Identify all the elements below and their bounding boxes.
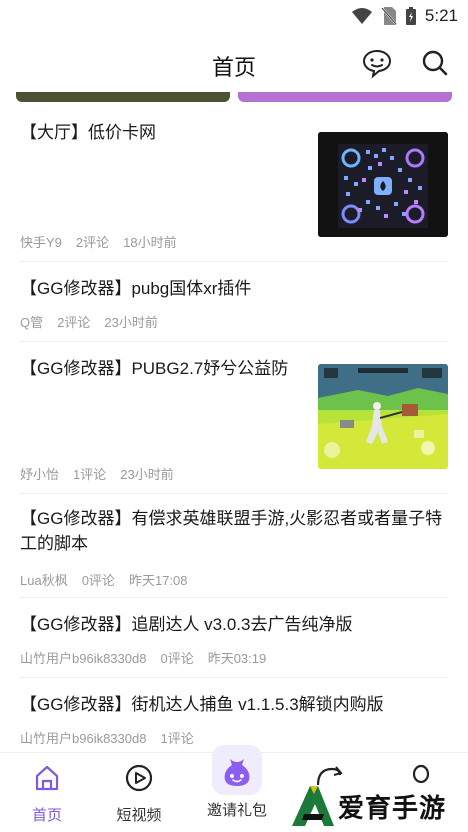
post-author[interactable]: 山竹用户b96ik8330d8 xyxy=(20,728,146,747)
post-comments: 0评论 xyxy=(81,573,115,588)
post-title: 【GG修改器】追剧达人 v3.0.3去广告纯净版 xyxy=(20,615,353,634)
post-time: 昨天03:19 xyxy=(207,651,267,666)
tab-label: 短视频 xyxy=(116,807,162,824)
post-author[interactable]: Q管 xyxy=(20,312,43,331)
post-comments: 1评论 xyxy=(160,731,194,746)
wifi-icon xyxy=(351,8,372,24)
watermark-logo-icon xyxy=(292,786,334,826)
post-title: 【大厅】低价卡网 xyxy=(20,123,156,142)
post-author[interactable]: Lua秋枫 xyxy=(20,570,68,589)
banner-carousel[interactable] xyxy=(16,92,452,104)
post-meta: Lua秋枫 0评论 昨天17:08 xyxy=(20,570,187,589)
post-time: 23小时前 xyxy=(104,315,158,330)
post-thumbnail-game[interactable] xyxy=(318,364,448,469)
post-time: 18小时前 xyxy=(123,235,177,250)
gift-bag-icon xyxy=(212,745,262,795)
post-meta: 妤小怡 1评论 23小时前 xyxy=(20,464,174,483)
post-item[interactable]: 【GG修改器】pubg国体xr插件 Q管 2评论 23小时前 xyxy=(20,262,448,342)
search-button[interactable] xyxy=(418,46,452,80)
post-title: 【GG修改器】pubg国体xr插件 xyxy=(20,279,252,298)
post-thumbnail-qr[interactable] xyxy=(318,132,448,237)
post-time: 昨天17:08 xyxy=(128,573,188,588)
post-author[interactable]: 快手Y9 xyxy=(20,232,62,251)
banner-right[interactable] xyxy=(238,92,452,102)
play-circle-icon xyxy=(125,764,153,792)
post-feed[interactable]: 【大厅】低价卡网 快手Y9 2评论 18小时前 【GG修改器】pubg国体xr插… xyxy=(0,106,468,752)
qr-code-image xyxy=(318,132,448,237)
chat-bubble-icon xyxy=(362,49,392,79)
post-item[interactable]: 【GG修改器】有偿求英雄联盟手游,火影忍者或者量子特工的脚本 Lua秋枫 0评论… xyxy=(20,494,448,598)
post-meta: 山竹用户b96ik8330d8 0评论 昨天03:19 xyxy=(20,648,266,667)
tab-invite-gift[interactable]: 邀请礼包 xyxy=(192,745,282,820)
page-title: 首页 xyxy=(211,55,256,80)
battery-icon xyxy=(405,7,416,25)
post-comments: 0评论 xyxy=(160,651,194,666)
status-time: 5:21 xyxy=(424,6,458,25)
top-bar: 首页 xyxy=(0,38,468,88)
chat-button[interactable] xyxy=(360,46,394,80)
post-title: 【GG修改器】有偿求英雄联盟手游,火影忍者或者量子特工的脚本 xyxy=(20,509,443,553)
post-item[interactable]: 【GG修改器】追剧达人 v3.0.3去广告纯净版 山竹用户b96ik8330d8… xyxy=(20,598,448,678)
post-author[interactable]: 山竹用户b96ik8330d8 xyxy=(20,648,146,667)
status-bar: 5:21 xyxy=(0,0,468,34)
watermark: 爱育手游网 xyxy=(288,782,460,832)
post-item[interactable]: 【大厅】低价卡网 快手Y9 2评论 18小时前 xyxy=(20,106,448,262)
search-icon xyxy=(422,50,448,76)
post-item[interactable]: 【GG修改器】街机达人捕鱼 v1.1.5.3解锁内购版 山竹用户b96ik833… xyxy=(20,678,448,752)
game-screenshot-image xyxy=(318,364,448,469)
post-time: 23小时前 xyxy=(120,467,174,482)
home-icon xyxy=(35,765,59,791)
post-title: 【GG修改器】街机达人捕鱼 v1.1.5.3解锁内购版 xyxy=(20,695,384,714)
post-comments: 2评论 xyxy=(75,235,110,250)
watermark-text: 爱育手游网 xyxy=(338,794,447,832)
banner-left[interactable] xyxy=(16,92,230,102)
tab-label: 首页 xyxy=(31,807,62,824)
no-sim-icon xyxy=(381,7,397,25)
post-meta: 山竹用户b96ik8330d8 1评论 xyxy=(20,728,208,747)
tab-short-video[interactable]: 短视频 xyxy=(94,763,184,825)
post-comments: 1评论 xyxy=(73,467,107,482)
tab-label: 邀请礼包 xyxy=(206,802,267,819)
post-item[interactable]: 【GG修改器】PUBG2.7妤兮公益防 妤小怡 1评论 23小时前 xyxy=(20,342,448,494)
post-comments: 2评论 xyxy=(57,315,91,330)
post-title: 【GG修改器】PUBG2.7妤兮公益防 xyxy=(20,359,289,378)
post-meta: Q管 2评论 23小时前 xyxy=(20,312,158,331)
post-author[interactable]: 妤小怡 xyxy=(20,464,59,483)
tab-home[interactable]: 首页 xyxy=(2,763,92,825)
post-meta: 快手Y9 2评论 18小时前 xyxy=(20,232,177,251)
